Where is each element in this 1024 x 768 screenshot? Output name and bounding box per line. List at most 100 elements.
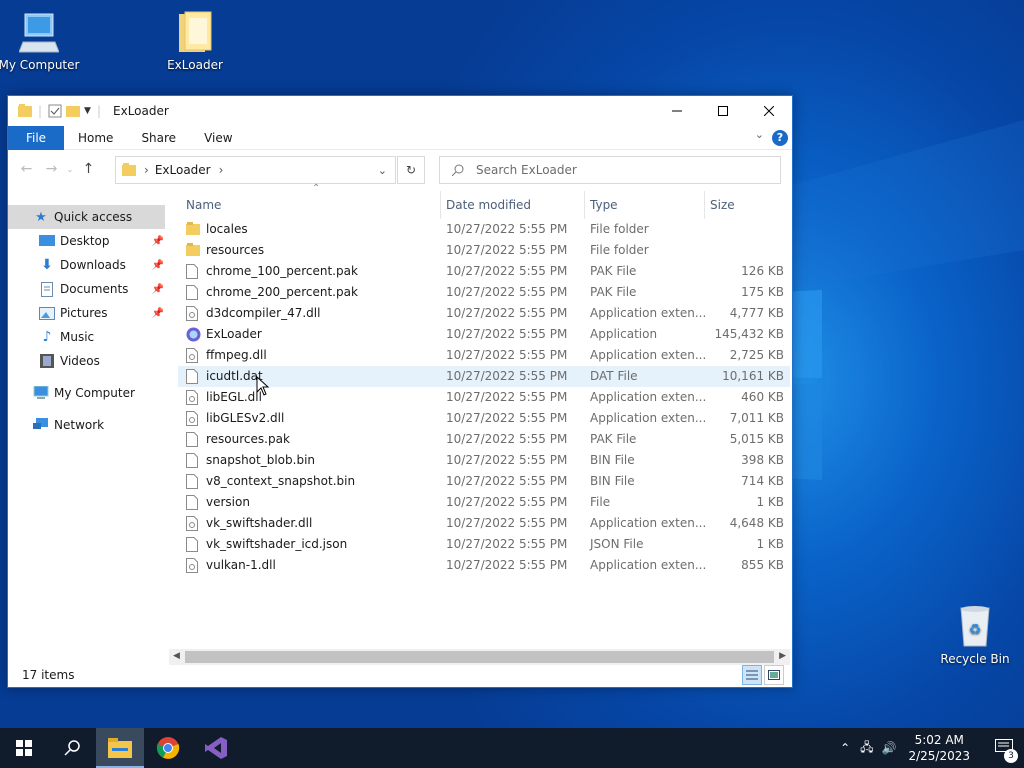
file-size: 855 KB xyxy=(741,558,784,572)
file-size: 175 KB xyxy=(741,285,784,299)
properties-icon[interactable] xyxy=(48,104,62,118)
close-button[interactable] xyxy=(746,96,792,126)
mouse-cursor-icon xyxy=(256,376,270,396)
sidebar-item-desktop[interactable]: Desktop 📌 xyxy=(8,229,168,253)
network-icon[interactable]: 🖧 xyxy=(860,738,873,759)
sidebar-item-videos[interactable]: Videos xyxy=(8,349,168,373)
back-button[interactable]: ← xyxy=(14,161,39,177)
file-size: 4,777 KB xyxy=(729,306,784,320)
file-row[interactable]: vulkan-1.dll 10/27/2022 5:55 PM Applicatio… xyxy=(178,555,790,576)
tab-share[interactable]: Share xyxy=(127,126,190,150)
item-count: 17 items xyxy=(22,668,75,682)
up-button[interactable]: ↑ xyxy=(76,161,101,177)
recent-locations-icon[interactable]: ⌄ xyxy=(64,165,76,174)
file-row[interactable]: resources 10/27/2022 5:55 PM File folder xyxy=(178,240,790,261)
file-size: 1 KB xyxy=(756,537,784,551)
column-header-date[interactable]: Date modified xyxy=(446,198,531,212)
tab-view[interactable]: View xyxy=(190,126,246,150)
file-row[interactable]: vk_swiftshader.dll 10/27/2022 5:55 PM Appl… xyxy=(178,513,790,534)
file-row[interactable]: chrome_100_percent.pak 10/27/2022 5:55 PM… xyxy=(178,261,790,282)
file-date: 10/27/2022 5:55 PM xyxy=(446,558,568,572)
search-button[interactable] xyxy=(48,728,96,768)
sidebar-item-quick-access[interactable]: ★ Quick access xyxy=(8,205,165,229)
ribbon-tabs: File Home Share View ⌄ ? xyxy=(8,125,792,150)
scroll-left-icon[interactable]: ◀ xyxy=(173,651,180,661)
refresh-button[interactable]: ↻ xyxy=(397,156,425,184)
file-row[interactable]: chrome_200_percent.pak 10/27/2022 5:55 PM… xyxy=(178,282,790,303)
title-bar[interactable]: | ▼ | ExLoader xyxy=(8,96,792,126)
maximize-button[interactable] xyxy=(700,96,746,126)
taskbar-visual-studio[interactable] xyxy=(192,728,240,768)
clock[interactable]: 5:02 AM 2/25/2023 xyxy=(908,732,970,764)
pin-icon[interactable]: 📌 xyxy=(152,284,164,295)
explorer-window: | ▼ | ExLoader File Home Share View ⌄ ? … xyxy=(7,95,793,688)
search-input[interactable]: Search ExLoader xyxy=(439,156,781,184)
address-dropdown-icon[interactable]: ⌄ xyxy=(378,164,387,177)
start-button[interactable] xyxy=(0,728,48,768)
file-type: Application exten... xyxy=(590,306,707,320)
tab-home[interactable]: Home xyxy=(64,126,127,150)
column-header-size[interactable]: Size xyxy=(710,198,735,212)
file-type: DAT File xyxy=(590,369,638,383)
file-icon xyxy=(186,369,198,387)
taskbar: ⌃ 🖧 🔊 5:02 AM 2/25/2023 3 xyxy=(0,728,1024,768)
pin-icon[interactable]: 📌 xyxy=(152,260,164,271)
sidebar-item-network[interactable]: Network xyxy=(8,413,168,437)
forward-button[interactable]: → xyxy=(39,161,64,177)
taskbar-file-explorer[interactable] xyxy=(96,728,144,768)
file-row[interactable]: ExLoader 10/27/2022 5:55 PM Application 145… xyxy=(178,324,790,345)
sidebar-item-pictures[interactable]: Pictures 📌 xyxy=(8,301,168,325)
expand-ribbon-icon[interactable]: ⌄ xyxy=(755,128,764,141)
details-view-button[interactable] xyxy=(742,665,762,685)
sidebar-item-downloads[interactable]: ⬇ Downloads 📌 xyxy=(8,253,168,277)
large-icons-view-button[interactable] xyxy=(764,665,784,685)
quick-access-toolbar-dropdown-icon[interactable]: ▼ xyxy=(84,106,91,116)
file-size: 460 KB xyxy=(741,390,784,404)
taskbar-chrome[interactable] xyxy=(144,728,192,768)
file-name: icudtl.dat xyxy=(206,369,263,383)
file-date: 10/27/2022 5:55 PM xyxy=(446,453,568,467)
scroll-right-icon[interactable]: ▶ xyxy=(779,651,786,661)
file-row[interactable]: version 10/27/2022 5:55 PM File 1 KB xyxy=(178,492,790,513)
column-header-name[interactable]: Name xyxy=(186,198,221,212)
file-size: 714 KB xyxy=(741,474,784,488)
notifications-button[interactable]: 3 xyxy=(984,738,1024,763)
file-row[interactable]: v8_context_snapshot.bin 10/27/2022 5:55 P… xyxy=(178,471,790,492)
file-date: 10/27/2022 5:55 PM xyxy=(446,516,568,530)
file-row[interactable]: ffmpeg.dll 10/27/2022 5:55 PM Application … xyxy=(178,345,790,366)
file-row[interactable]: libGLESv2.dll 10/27/2022 5:55 PM Applicati… xyxy=(178,408,790,429)
column-header-type[interactable]: Type xyxy=(590,198,618,212)
file-row[interactable]: vk_swiftshader_icd.json 10/27/2022 5:55 P… xyxy=(178,534,790,555)
system-tray: ⌃ 🖧 🔊 5:02 AM 2/25/2023 3 xyxy=(840,728,1024,768)
desktop-icon-my-computer[interactable]: My Computer xyxy=(0,10,84,72)
address-bar[interactable]: › ExLoader › ⌄ xyxy=(115,156,396,184)
minimize-button[interactable] xyxy=(654,96,700,126)
sidebar-item-documents[interactable]: Documents 📌 xyxy=(8,277,168,301)
desktop-icon-recycle-bin[interactable]: ♻ Recycle Bin xyxy=(930,604,1020,666)
star-icon: ★ xyxy=(35,209,47,225)
file-row[interactable]: locales 10/27/2022 5:55 PM File folder xyxy=(178,219,790,240)
pin-icon[interactable]: 📌 xyxy=(152,308,164,319)
file-date: 10/27/2022 5:55 PM xyxy=(446,285,568,299)
close-icon xyxy=(764,106,774,116)
help-icon[interactable]: ? xyxy=(772,130,788,146)
file-row[interactable]: resources.pak 10/27/2022 5:55 PM PAK File 5… xyxy=(178,429,790,450)
file-row[interactable]: d3dcompiler_47.dll 10/27/2022 5:55 PM Appl… xyxy=(178,303,790,324)
file-icon xyxy=(186,432,198,450)
volume-icon[interactable]: 🔊 xyxy=(882,741,897,755)
file-row[interactable]: snapshot_blob.bin 10/27/2022 5:55 PM BIN F… xyxy=(178,450,790,471)
pin-icon[interactable]: 📌 xyxy=(152,236,164,247)
breadcrumb[interactable]: ExLoader xyxy=(155,163,211,177)
desktop-icon-exloader[interactable]: ExLoader xyxy=(150,10,240,72)
show-hidden-icons[interactable]: ⌃ xyxy=(840,741,850,755)
sidebar-item-my-computer[interactable]: My Computer xyxy=(8,381,168,405)
file-name: chrome_200_percent.pak xyxy=(206,285,358,299)
sidebar-item-music[interactable]: ♪ Music xyxy=(8,325,168,349)
window-title: ExLoader xyxy=(113,104,169,118)
file-type: PAK File xyxy=(590,285,637,299)
file-name: version xyxy=(206,495,250,509)
status-bar: 17 items xyxy=(8,663,792,687)
scrollbar-thumb[interactable] xyxy=(185,651,774,663)
new-folder-icon[interactable] xyxy=(66,104,81,118)
tab-file[interactable]: File xyxy=(8,125,64,150)
